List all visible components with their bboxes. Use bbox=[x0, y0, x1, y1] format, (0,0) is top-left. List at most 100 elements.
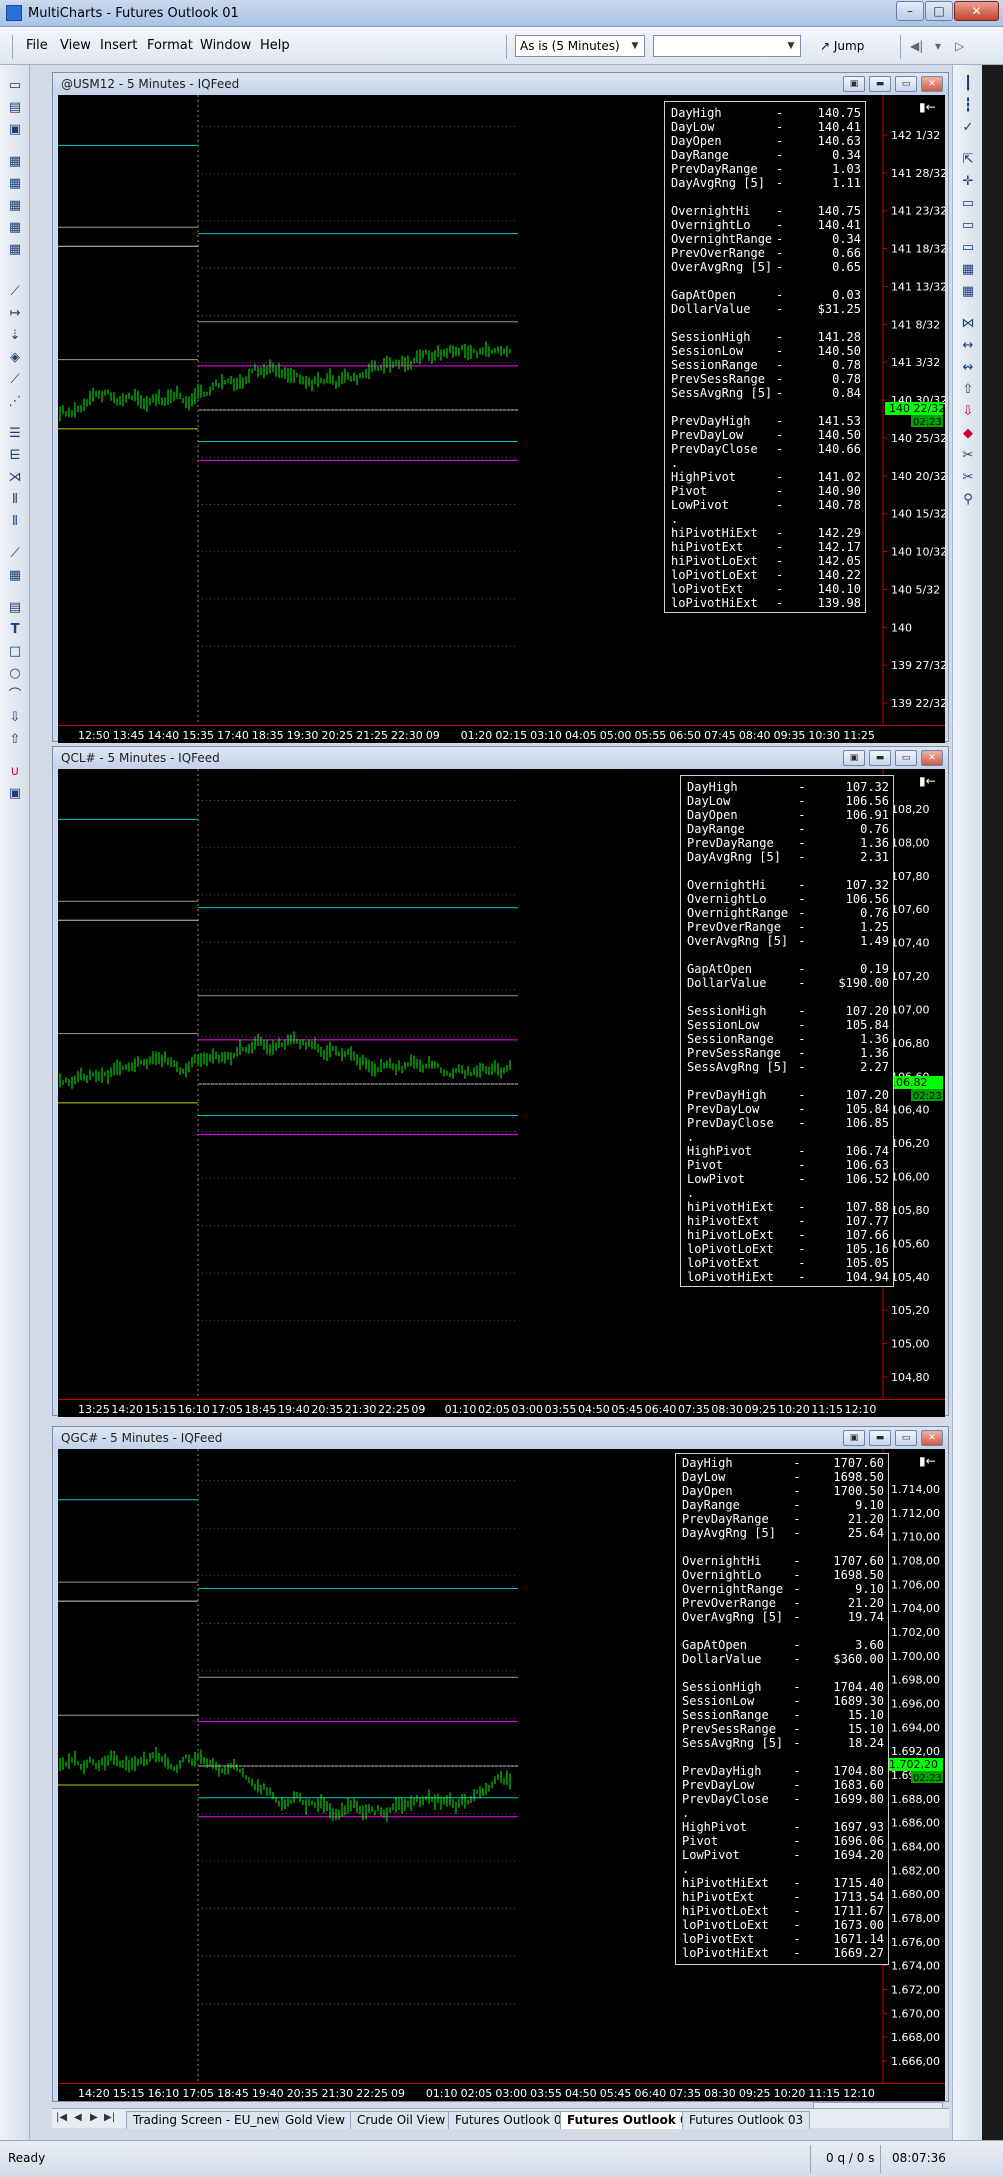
symbol-search-input[interactable]: ▼ bbox=[653, 35, 801, 57]
tab-crude-oil-view[interactable]: Crude Oil View bbox=[350, 2111, 453, 2129]
price-chart[interactable]: 1.714,00 1.712,00 1.710,00 1.708,00 1.706,00… bbox=[58, 1449, 945, 2083]
time-axis[interactable]: 13:25 14:20 15:15 16:10 17:05 18:45 19:40 20:35… bbox=[58, 1399, 945, 1417]
resolution-select[interactable]: As is (5 Minutes) ▼ bbox=[515, 35, 645, 57]
chart-window-1[interactable]: @USM12 - 5 Minutes - IQFeed ▣ ▬ ▭ ✕ 142 1/32 1… bbox=[52, 72, 949, 743]
magnifier-plus-icon[interactable]: ▭ bbox=[959, 217, 977, 235]
open-folder-icon[interactable]: ▤ bbox=[6, 99, 24, 117]
menu-help[interactable]: Help bbox=[260, 38, 290, 53]
ellipse-tool-icon[interactable]: ○ bbox=[6, 665, 24, 683]
menu-format[interactable]: Format bbox=[147, 38, 193, 53]
dom-icon[interactable]: ▦ bbox=[6, 197, 24, 215]
new-chart-icon[interactable]: ▦ bbox=[6, 153, 24, 171]
link-icon[interactable]: ▭ bbox=[959, 239, 977, 257]
menu-view[interactable]: View bbox=[60, 38, 91, 53]
chart-maximize-button[interactable]: ▭ bbox=[895, 1430, 917, 1446]
ohlc-icon[interactable]: ┇ bbox=[959, 97, 977, 115]
candlestick-icon[interactable]: ┃ bbox=[959, 75, 977, 93]
scanner-icon[interactable]: ▦ bbox=[6, 175, 24, 193]
chart-minimize-button[interactable]: ▬ bbox=[869, 1430, 891, 1446]
grid-toggle-icon[interactable]: ▦ bbox=[959, 261, 977, 279]
save-icon[interactable]: ▣ bbox=[6, 121, 24, 139]
price-axis-label: 106,40 bbox=[891, 1104, 930, 1117]
fibonacci-icon[interactable]: ☰ bbox=[6, 425, 24, 443]
background-workspace-strip bbox=[982, 65, 1003, 2140]
zoom-icon[interactable]: ⚲ bbox=[959, 491, 977, 509]
chart-minimize-button[interactable]: ▬ bbox=[869, 750, 891, 766]
magnet-icon[interactable]: ∪ bbox=[6, 763, 24, 781]
pitchfork-icon[interactable]: ⟋ bbox=[6, 371, 24, 389]
menu-file[interactable]: File bbox=[26, 38, 48, 53]
regression-icon[interactable]: ⟋ bbox=[6, 545, 24, 563]
chart-window-2[interactable]: QCL# - 5 Minutes - IQFeed ▣ ▬ ▭ ✕ 108,20 108,0… bbox=[52, 746, 949, 1417]
tab-futures-outlook-01[interactable]: Futures Outlook 01 bbox=[448, 2111, 577, 2129]
cursor-select-icon[interactable]: ⇱ bbox=[959, 151, 977, 169]
rectangle-tool-icon[interactable]: □ bbox=[6, 643, 24, 661]
buy-arrow-icon[interactable]: ⇧ bbox=[959, 381, 977, 399]
time-axis[interactable]: 14:20 15:15 16:10 17:05 18:45 19:40 20:35 21:30… bbox=[58, 2083, 945, 2101]
gann-fan-icon[interactable]: ⋰ bbox=[6, 393, 24, 411]
chat-icon[interactable]: ▭ bbox=[959, 195, 977, 213]
vertical-line-icon[interactable]: ⇣ bbox=[6, 327, 24, 345]
chart-close-button[interactable]: ✕ bbox=[921, 1430, 943, 1446]
chart-minimize-button[interactable]: ▬ bbox=[869, 76, 891, 92]
maximize-button[interactable]: □ bbox=[925, 1, 953, 21]
order-icon[interactable]: ▦ bbox=[6, 241, 24, 259]
stats-value: 0.78 bbox=[832, 372, 861, 386]
portfolio-icon[interactable]: ▦ bbox=[6, 219, 24, 237]
tab-futures-outlook-03[interactable]: Futures Outlook 03 bbox=[682, 2111, 811, 2129]
fit-horizontal-icon[interactable]: ⋈ bbox=[959, 315, 977, 333]
chart-detach-button[interactable]: ▣ bbox=[843, 1430, 865, 1446]
time-axis[interactable]: 12:50 13:45 14:40 15:35 17:40 18:35 19:30 20:25… bbox=[58, 725, 945, 743]
time-zones-icon[interactable]: ⫴ bbox=[6, 491, 24, 509]
arrow-down-tool-icon[interactable]: ⇩ bbox=[6, 709, 24, 727]
text-tool-icon[interactable]: T bbox=[6, 621, 24, 639]
horizontal-ray-icon[interactable]: ↦ bbox=[6, 305, 24, 323]
layout-icon[interactable]: ▦ bbox=[959, 283, 977, 301]
chart-detach-button[interactable]: ▣ bbox=[843, 750, 865, 766]
zero-lag-icon[interactable]: ✓ bbox=[959, 119, 977, 137]
chart-close-button[interactable]: ✕ bbox=[921, 76, 943, 92]
arrow-up-tool-icon[interactable]: ⇧ bbox=[6, 731, 24, 749]
close-button[interactable]: ✕ bbox=[954, 1, 999, 21]
time-axis-label: 04:05 bbox=[564, 729, 597, 742]
next-tab-icon[interactable]: ▶ bbox=[90, 2112, 98, 2123]
grid-icon[interactable]: ▦ bbox=[6, 567, 24, 585]
sell-arrow-icon[interactable]: ⇩ bbox=[959, 403, 977, 421]
notes-icon[interactable]: ▤ bbox=[6, 599, 24, 617]
chart-maximize-button[interactable]: ▭ bbox=[895, 750, 917, 766]
crosshair-icon[interactable]: ✛ bbox=[959, 173, 977, 191]
channel-icon[interactable]: ◈ bbox=[6, 349, 24, 367]
fib-extension-icon[interactable]: ⋿ bbox=[6, 447, 24, 465]
lock-drawing-icon[interactable]: ▣ bbox=[6, 785, 24, 803]
chart-window-3[interactable]: QGC# - 5 Minutes - IQFeed ▣ ▬ ▭ ✕ 1.714,00 1.7… bbox=[52, 1426, 949, 2114]
zoom-in-horizontal-icon[interactable]: ↔ bbox=[959, 337, 977, 355]
arc-tool-icon[interactable]: ⌒ bbox=[6, 687, 24, 705]
close-position-icon[interactable]: ◆ bbox=[959, 425, 977, 443]
speed-lines-icon[interactable]: ⋊ bbox=[6, 469, 24, 487]
last-tab-icon[interactable]: ▶| bbox=[104, 2112, 115, 2123]
new-workspace-icon[interactable]: ▭ bbox=[6, 77, 24, 95]
zoom-out-horizontal-icon[interactable]: ↭ bbox=[959, 359, 977, 377]
price-chart[interactable]: 108,20 108,00 107,80 107,60 107,40 107,20 107,… bbox=[58, 769, 945, 1399]
current-price-label: 106.82 bbox=[889, 1076, 928, 1089]
prev-tab-icon[interactable]: ◀ bbox=[74, 2112, 82, 2123]
step-down-icon[interactable]: ▾ bbox=[935, 36, 941, 58]
first-tab-icon[interactable]: |◀ bbox=[56, 2112, 67, 2123]
scroll-left-icon[interactable]: ◀| bbox=[910, 36, 923, 58]
price-chart[interactable]: 142 1/32 141 28/32 141 23/32 141 18/32 141 1… bbox=[58, 95, 945, 725]
chart-close-button[interactable]: ✕ bbox=[921, 750, 943, 766]
cycle-lines-icon[interactable]: ⫴ bbox=[6, 513, 24, 531]
chart-detach-button[interactable]: ▣ bbox=[843, 76, 865, 92]
scissors-alt-icon[interactable]: ✂ bbox=[959, 469, 977, 487]
scissors-icon[interactable]: ✂ bbox=[959, 447, 977, 465]
jump-button[interactable]: ↗ Jump bbox=[820, 36, 864, 58]
menu-insert[interactable]: Insert bbox=[100, 38, 137, 53]
menu-window[interactable]: Window bbox=[200, 38, 251, 53]
tab-trading-screen[interactable]: Trading Screen - EU_new bbox=[126, 2111, 289, 2129]
chart-maximize-button[interactable]: ▭ bbox=[895, 76, 917, 92]
scroll-right-icon[interactable]: ▷ bbox=[955, 36, 964, 58]
price-axis-label: 107,80 bbox=[891, 870, 930, 883]
minimize-button[interactable]: – bbox=[896, 1, 924, 21]
tab-gold-view[interactable]: Gold View bbox=[278, 2111, 352, 2129]
trendline-icon[interactable]: ⟋ bbox=[6, 283, 24, 301]
